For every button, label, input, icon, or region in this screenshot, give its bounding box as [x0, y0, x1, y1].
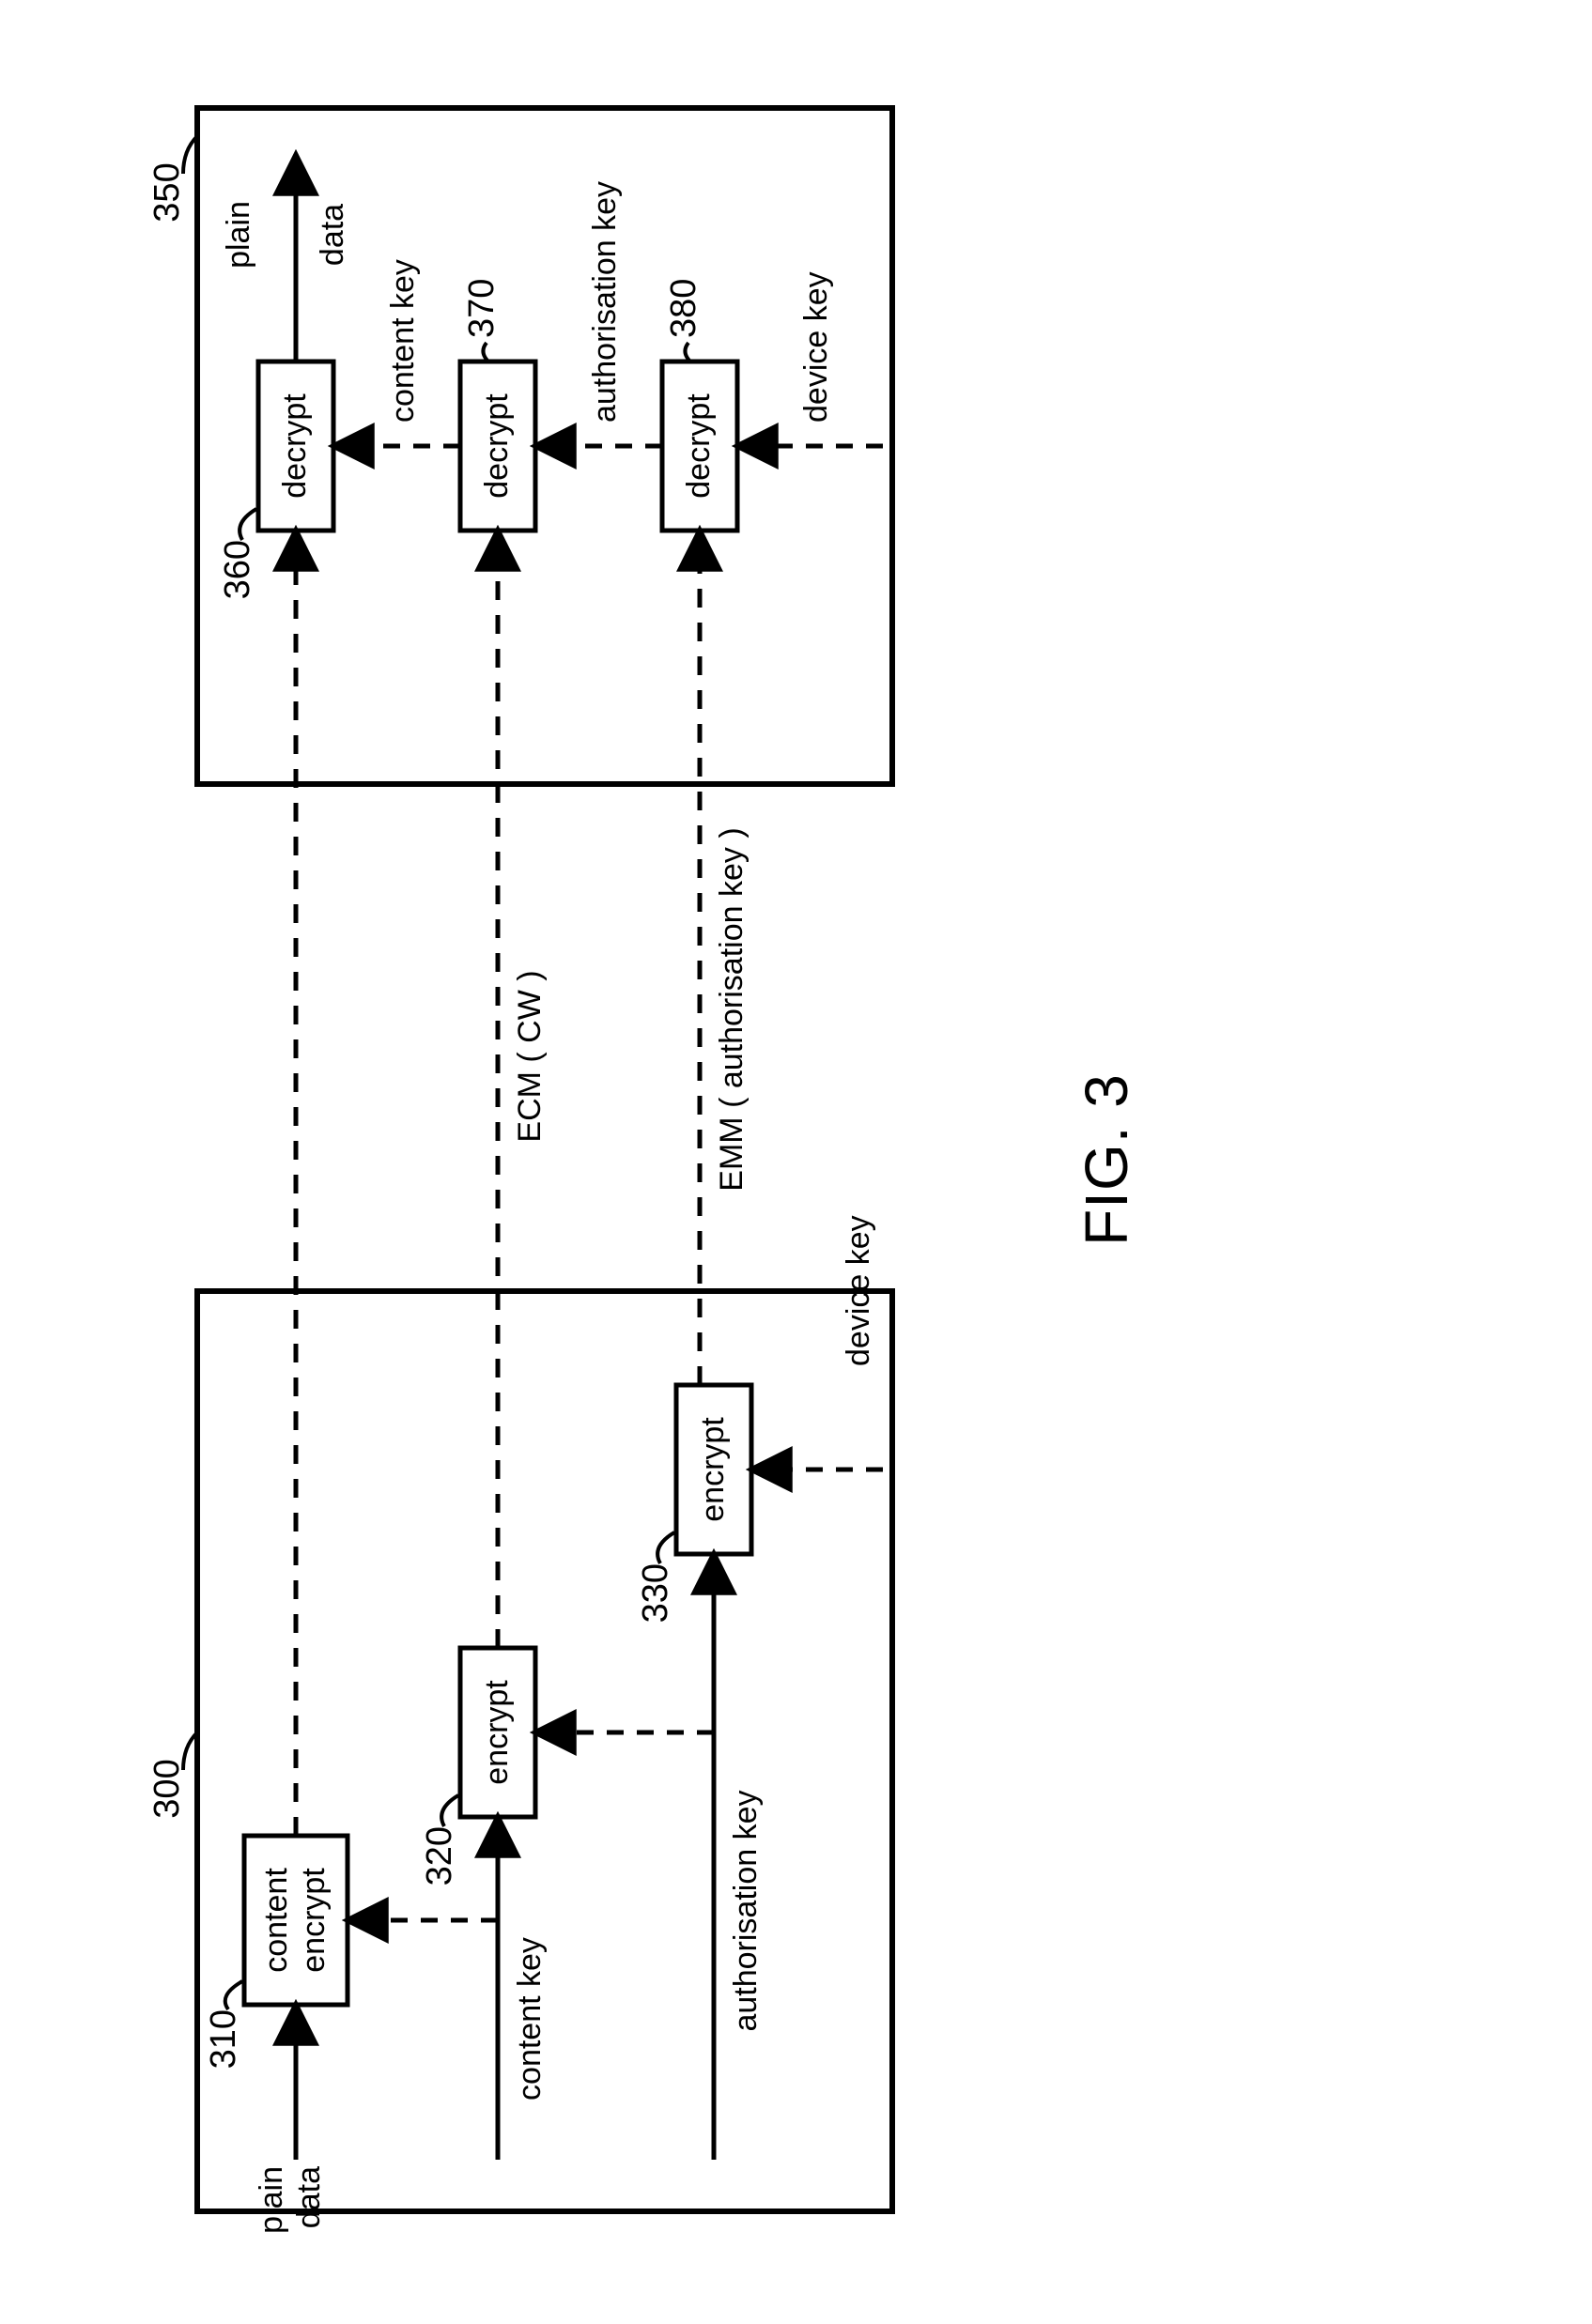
- label-content-key-right: content key: [385, 259, 421, 423]
- label-device-key-left: device key: [841, 1215, 876, 1366]
- ref-310: 310: [204, 2009, 243, 2069]
- ref-300: 300: [147, 1759, 187, 1818]
- label-device-key-right: device key: [798, 271, 834, 423]
- block-330-label: encrypt: [695, 1417, 731, 1522]
- label-content-key-in: content key: [512, 1937, 548, 2101]
- ref-380: 380: [664, 279, 703, 338]
- figure-svg: 300 content encrypt 310 encrypt 320 encr…: [0, 0, 1592, 2324]
- ref-370: 370: [462, 279, 502, 338]
- figure-label: FIG. 3: [1073, 1073, 1140, 1246]
- block-310-line2: encrypt: [296, 1868, 332, 1973]
- block-380-label: decrypt: [681, 393, 717, 499]
- label-data-in: data: [291, 2166, 327, 2228]
- leader-310: [225, 1981, 242, 2009]
- label-plain-out: plain: [221, 201, 256, 269]
- block-360-label: decrypt: [277, 393, 313, 499]
- label-ecm: ECM ( CW ): [512, 970, 548, 1142]
- leader-360: [240, 509, 256, 540]
- leader-320: [441, 1795, 458, 1826]
- label-emm: EMM ( authorisation key ): [714, 827, 750, 1191]
- label-plain-in: plain: [254, 2166, 289, 2234]
- block-310-line1: content: [258, 1868, 294, 1973]
- leader-380: [685, 343, 690, 362]
- leader-330: [657, 1532, 674, 1563]
- block-320-label: encrypt: [479, 1680, 515, 1785]
- figure-page: 300 content encrypt 310 encrypt 320 encr…: [0, 0, 1592, 2324]
- ref-320: 320: [420, 1826, 459, 1885]
- ref-350: 350: [147, 162, 187, 222]
- label-data-out: data: [315, 204, 350, 266]
- block-370-label: decrypt: [479, 393, 515, 499]
- leader-370: [483, 343, 488, 362]
- ref-360: 360: [218, 540, 257, 599]
- ref-330: 330: [636, 1563, 675, 1623]
- label-auth-key-right: authorisation key: [587, 181, 623, 423]
- label-auth-key-in: authorisation key: [728, 1790, 764, 2031]
